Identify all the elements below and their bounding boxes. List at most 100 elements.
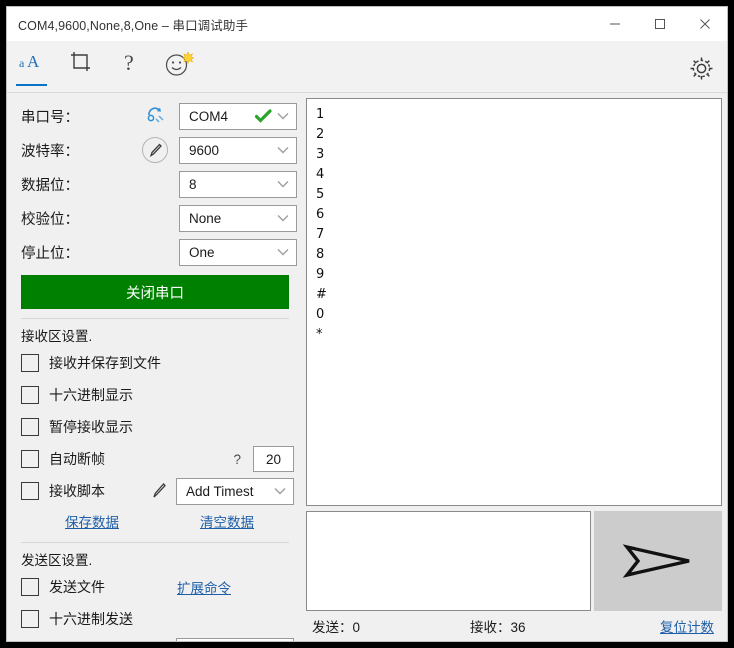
config-row-baudrate: 波特率： 9600 [7, 133, 303, 167]
svg-text:A: A [27, 52, 40, 71]
checkbox-row-send-script[interactable]: 发送脚本 ADD8 [7, 635, 303, 642]
close-button[interactable] [682, 7, 727, 41]
close-icon [699, 19, 710, 29]
font-size-icon: a A [19, 52, 40, 71]
config-label-databits: 数据位： [21, 177, 79, 194]
receive-section-title: 接收区设置. [21, 329, 93, 344]
chevron-down-icon [276, 177, 290, 191]
crop-icon [70, 51, 90, 71]
checkbox-auto-frame[interactable] [21, 450, 39, 468]
checkbox-label-send-script: 发送脚本 [49, 641, 105, 642]
baudrate-select[interactable]: 9600 [179, 136, 297, 164]
svg-text:?: ? [124, 50, 134, 74]
checkbox-save-to-file[interactable] [21, 354, 39, 372]
receive-script-select-value: Add Timest [186, 483, 254, 499]
send-script-select[interactable]: ADD8 [176, 637, 294, 641]
config-label-parity: 校验位： [21, 211, 79, 228]
receive-textarea[interactable]: 1 2 3 4 5 6 7 8 9 # 0 * [306, 98, 722, 506]
receive-script-edit-button[interactable] [142, 482, 176, 500]
auto-frame-help-icon[interactable]: ? [233, 452, 241, 467]
help-question-icon: ? [124, 50, 134, 74]
svg-text:a: a [19, 56, 25, 70]
app-window: COM4,9600,None,8,One – 串口调试助手 a A ? 串口号：… [6, 6, 728, 642]
checkbox-label-auto-frame: 自动断帧 [49, 451, 105, 467]
baudrate-edit-slot [131, 137, 179, 163]
checkbox-label-hex-display: 十六进制显示 [49, 387, 133, 403]
chevron-down-icon [276, 211, 290, 225]
checkbox-hex-send[interactable] [21, 610, 39, 628]
minimize-button[interactable] [592, 7, 637, 41]
minimize-icon [609, 23, 620, 25]
checkbox-pause-display[interactable] [21, 418, 39, 436]
checkbox-label-hex-send: 十六进制发送 [49, 611, 133, 627]
checkbox-label-receive-script: 接收脚本 [49, 483, 105, 499]
send-section-title: 发送区设置. [21, 553, 93, 568]
port-refresh-slot [131, 104, 179, 129]
port-ok-check-icon [255, 109, 272, 123]
checkbox-label-send-file: 发送文件 [49, 579, 105, 595]
chevron-down-icon [273, 484, 287, 498]
toolbar-crop-button[interactable] [56, 41, 105, 93]
config-row-port: 串口号： COM4 [7, 99, 303, 133]
settings-gear-button[interactable] [686, 53, 716, 83]
checkbox-label-save-to-file: 接收并保存到文件 [49, 355, 161, 371]
maximize-icon [654, 19, 665, 29]
baudrate-select-value: 9600 [189, 142, 220, 158]
clear-data-link[interactable]: 清空数据 [200, 511, 254, 531]
checkbox-row-send-file[interactable]: 发送文件 扩展命令 [7, 571, 303, 603]
config-row-databits: 数据位： 8 [7, 167, 303, 201]
port-select-value: COM4 [189, 108, 229, 124]
send-paper-plane-icon [622, 544, 690, 578]
title-bar: COM4,9600,None,8,One – 串口调试助手 [7, 7, 727, 41]
checkbox-row-hex-display[interactable]: 十六进制显示 [7, 379, 303, 411]
checkbox-row-auto-frame[interactable]: 自动断帧 ? 20 [7, 443, 303, 475]
databits-select[interactable]: 8 [179, 170, 297, 198]
parity-select[interactable]: None [179, 204, 297, 232]
status-bar: 发送：0 接收：36 复位计数 [306, 611, 722, 641]
main-body: 串口号： COM4 波特率： 9600 数据位： 8 校验位： None 停止位… [7, 93, 727, 641]
checkbox-row-receive-script[interactable]: 接收脚本 Add Timest [7, 475, 303, 507]
chevron-down-icon [276, 109, 290, 123]
toolbar: a A ? [7, 41, 727, 93]
send-textarea[interactable] [306, 511, 591, 611]
send-row [306, 511, 722, 611]
maximize-button[interactable] [637, 7, 682, 41]
checkbox-row-save-to-file[interactable]: 接收并保存到文件 [7, 347, 303, 379]
receive-links: 保存数据 清空数据 [7, 507, 303, 533]
checkbox-send-file[interactable] [21, 578, 39, 596]
config-row-stopbits: 停止位： One [7, 235, 303, 269]
checkbox-row-hex-send[interactable]: 十六进制发送 [7, 603, 303, 635]
config-label-port: 串口号： [21, 109, 79, 126]
smiley-sparkle-icon [165, 50, 194, 76]
auto-frame-timeout-input[interactable]: 20 [253, 446, 294, 472]
stopbits-select[interactable]: One [179, 238, 297, 266]
checkbox-row-pause-display[interactable]: 暂停接收显示 [7, 411, 303, 443]
checkbox-hex-display[interactable] [21, 386, 39, 404]
config-label-stopbits: 停止位： [21, 245, 79, 262]
refresh-scan-icon [147, 106, 164, 122]
send-button[interactable] [594, 511, 722, 611]
extend-command-link[interactable]: 扩展命令 [177, 577, 231, 597]
pen-circle-icon [149, 143, 162, 157]
config-row-parity: 校验位： None [7, 201, 303, 235]
status-received-count: 接收：36 [470, 620, 526, 635]
status-sent-count: 发送：0 [312, 620, 361, 635]
checkbox-label-pause-display: 暂停接收显示 [49, 419, 133, 435]
port-select[interactable]: COM4 [179, 102, 297, 130]
checkbox-receive-script[interactable] [21, 482, 39, 500]
reset-count-link[interactable]: 复位计数 [660, 616, 714, 636]
save-data-link[interactable]: 保存数据 [65, 511, 119, 531]
parity-select-value: None [189, 210, 222, 226]
data-panel: 1 2 3 4 5 6 7 8 9 # 0 * 发送：0 接收：36 复位计数 [303, 93, 727, 641]
receive-script-select[interactable]: Add Timest [176, 477, 294, 505]
pen-icon [153, 483, 166, 498]
baudrate-edit-button[interactable] [142, 137, 168, 163]
toolbar-help-button[interactable]: ? [105, 41, 154, 93]
toolbar-emoji-button[interactable] [154, 41, 203, 93]
refresh-scan-icon-button[interactable] [145, 104, 165, 129]
toggle-serial-button[interactable]: 关闭串口 [21, 275, 289, 309]
toolbar-font-size-button[interactable]: a A [7, 41, 56, 93]
databits-select-value: 8 [189, 176, 197, 192]
gear-icon [690, 57, 712, 79]
config-label-baudrate: 波特率： [21, 143, 79, 160]
